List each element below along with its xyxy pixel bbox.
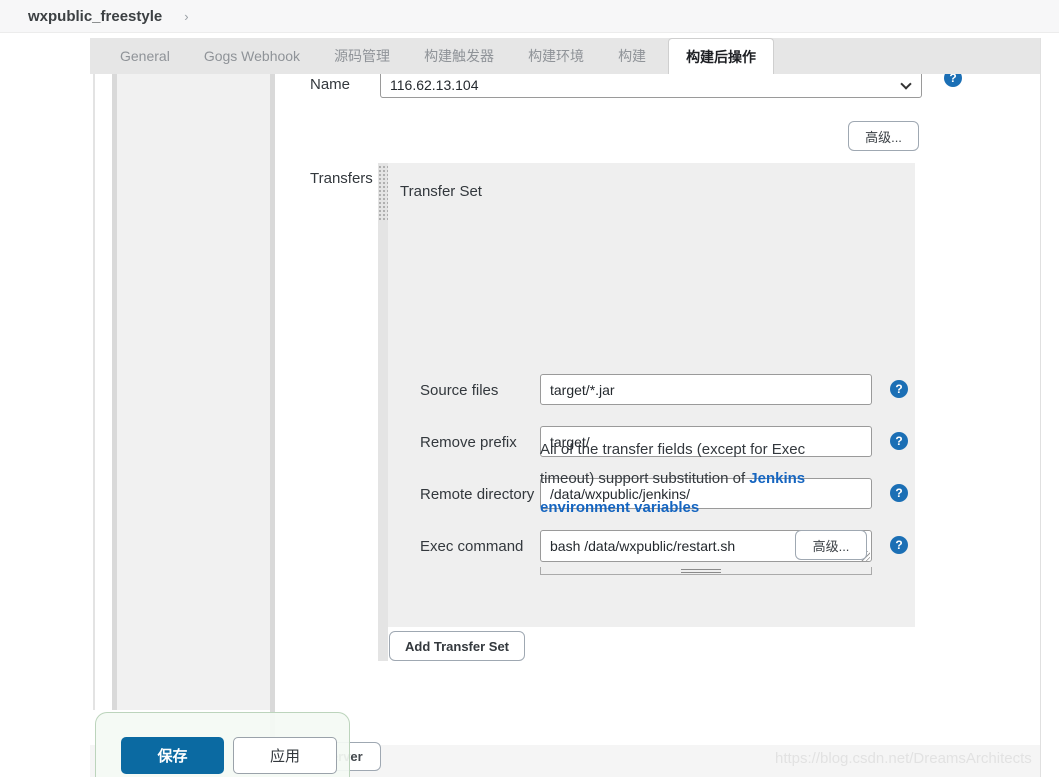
- ssh-server-name-select[interactable]: 116.62.13.104: [380, 71, 922, 98]
- drag-handle-icon[interactable]: [378, 165, 388, 220]
- name-label: Name: [310, 76, 350, 93]
- remote-directory-label: Remote directory: [420, 486, 534, 503]
- source-files-label: Source files: [420, 382, 498, 399]
- tab-source-management[interactable]: 源码管理: [332, 38, 392, 74]
- help-icon[interactable]: ?: [890, 380, 908, 398]
- advanced-button-server[interactable]: 高级...: [848, 121, 919, 151]
- transfer-set-gutter: [378, 163, 388, 661]
- breadcrumb-chevron-icon: ›: [184, 9, 188, 24]
- tab-general[interactable]: General: [118, 38, 172, 74]
- config-tab-bar: General Gogs Webhook 源码管理 构建触发器 构建环境 构建 …: [90, 38, 1040, 74]
- save-button[interactable]: 保存: [121, 737, 224, 774]
- transfer-help-text: All of the transfer fields (except for E…: [540, 435, 842, 522]
- watermark-text: https://blog.csdn.net/DreamsArchitects: [775, 750, 1032, 767]
- tab-build[interactable]: 构建: [616, 38, 648, 74]
- remove-prefix-label: Remove prefix: [420, 434, 517, 451]
- outer-panel-column: [117, 74, 270, 710]
- help-icon[interactable]: ?: [890, 484, 908, 502]
- server-chunk-drag-bar[interactable]: [270, 74, 275, 745]
- textarea-stretch-bar[interactable]: [540, 567, 872, 575]
- jenkins-job-config-page: wxpublic_freestyle › Name 116.62.13.104 …: [0, 0, 1059, 777]
- stretch-grip-icon: [681, 569, 721, 573]
- selected-server: 116.62.13.104: [390, 77, 479, 93]
- advanced-button-transfer[interactable]: 高级...: [795, 530, 867, 560]
- help-icon[interactable]: ?: [890, 536, 908, 554]
- chevron-down-icon: [900, 78, 911, 89]
- chunk-left-border: [93, 74, 95, 710]
- tab-gogs-webhook[interactable]: Gogs Webhook: [202, 38, 302, 74]
- apply-button[interactable]: 应用: [233, 737, 337, 774]
- source-files-input[interactable]: [540, 374, 872, 405]
- add-transfer-set-button[interactable]: Add Transfer Set: [389, 631, 525, 661]
- transfer-set-title: Transfer Set: [400, 183, 482, 200]
- tab-post-build-actions[interactable]: 构建后操作: [668, 38, 774, 74]
- help-icon[interactable]: ?: [890, 432, 908, 450]
- page-title: wxpublic_freestyle: [28, 8, 162, 25]
- floating-save-bar: 保存 应用: [95, 712, 350, 777]
- transfer-set-panel: Transfer Set Source files ? Remove prefi…: [388, 163, 915, 627]
- title-bar: wxpublic_freestyle ›: [0, 0, 1059, 33]
- tab-build-environment[interactable]: 构建环境: [526, 38, 586, 74]
- exec-command-label: Exec command: [420, 538, 523, 555]
- tab-build-triggers[interactable]: 构建触发器: [422, 38, 496, 74]
- content-right-border: [1040, 38, 1041, 777]
- transfers-label: Transfers: [310, 170, 373, 187]
